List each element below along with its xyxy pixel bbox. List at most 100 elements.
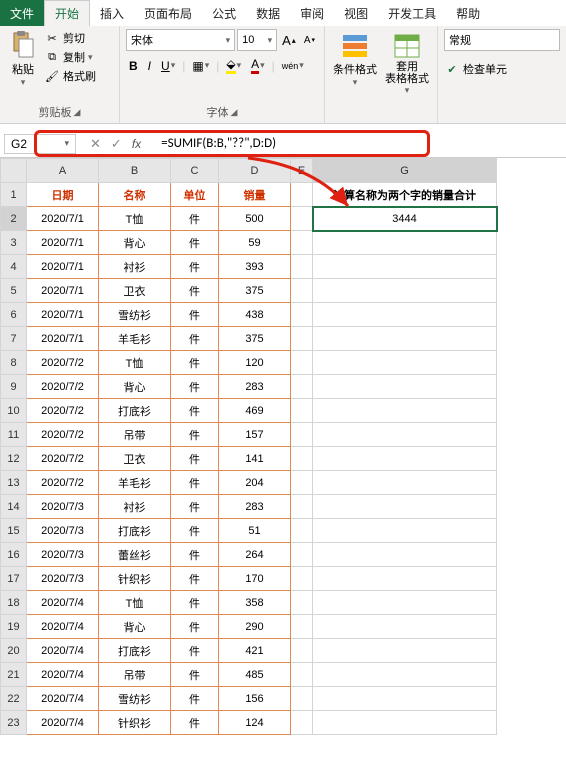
tab-home[interactable]: 开始: [44, 0, 90, 26]
cell[interactable]: 2020/7/2: [27, 471, 99, 495]
cell[interactable]: 件: [171, 303, 219, 327]
cell[interactable]: 羊毛衫: [99, 327, 171, 351]
cut-button[interactable]: ✂剪切: [44, 29, 96, 47]
font-color-button[interactable]: A▾: [248, 55, 268, 76]
cell[interactable]: 2020/7/1: [27, 231, 99, 255]
cell[interactable]: [313, 399, 497, 423]
cell[interactable]: 雪纺衫: [99, 687, 171, 711]
cell[interactable]: 358: [219, 591, 291, 615]
table-header-cell[interactable]: 日期: [27, 183, 99, 207]
cell[interactable]: 393: [219, 255, 291, 279]
tab-help[interactable]: 帮助: [446, 0, 490, 26]
cell[interactable]: [313, 495, 497, 519]
cell[interactable]: 打底衫: [99, 399, 171, 423]
cell[interactable]: 157: [219, 423, 291, 447]
cell[interactable]: 283: [219, 375, 291, 399]
cell[interactable]: [313, 519, 497, 543]
cell[interactable]: 2020/7/1: [27, 327, 99, 351]
tab-dev[interactable]: 开发工具: [378, 0, 446, 26]
cell[interactable]: [291, 447, 313, 471]
cell[interactable]: [313, 279, 497, 303]
row-header[interactable]: 2: [1, 207, 27, 231]
row-header[interactable]: 9: [1, 375, 27, 399]
select-all-corner[interactable]: [1, 159, 27, 183]
col-header-A[interactable]: A: [27, 159, 99, 183]
cell[interactable]: 蕾丝衫: [99, 543, 171, 567]
cell[interactable]: 件: [171, 495, 219, 519]
italic-button[interactable]: I: [145, 57, 154, 75]
paste-button[interactable]: 粘贴 ▾: [6, 29, 40, 90]
row-header[interactable]: 16: [1, 543, 27, 567]
table-format-button[interactable]: 套用 表格格式▾: [383, 29, 431, 98]
cell[interactable]: 283: [219, 495, 291, 519]
accept-formula-button[interactable]: ✓: [111, 136, 122, 152]
cell[interactable]: 438: [219, 303, 291, 327]
cell[interactable]: [291, 591, 313, 615]
row-header[interactable]: 18: [1, 591, 27, 615]
cell[interactable]: 背心: [99, 375, 171, 399]
row-header[interactable]: 1: [1, 183, 27, 207]
cell[interactable]: [291, 639, 313, 663]
cell[interactable]: 件: [171, 591, 219, 615]
cell[interactable]: 卫衣: [99, 447, 171, 471]
tab-view[interactable]: 视图: [334, 0, 378, 26]
cell[interactable]: 吊带: [99, 663, 171, 687]
cell[interactable]: [291, 327, 313, 351]
cell[interactable]: [313, 567, 497, 591]
tab-data[interactable]: 数据: [246, 0, 290, 26]
row-header[interactable]: 3: [1, 231, 27, 255]
check-cell-button[interactable]: ✔检查单元: [444, 55, 560, 78]
cell[interactable]: 375: [219, 279, 291, 303]
row-header[interactable]: 14: [1, 495, 27, 519]
font-name-combo[interactable]: 宋体▾: [126, 29, 235, 51]
cell[interactable]: 120: [219, 351, 291, 375]
table-header-cell[interactable]: 名称: [99, 183, 171, 207]
cell[interactable]: [291, 615, 313, 639]
cell[interactable]: [291, 543, 313, 567]
font-size-combo[interactable]: 10▾: [237, 29, 277, 51]
row-header[interactable]: 15: [1, 519, 27, 543]
cell[interactable]: 件: [171, 351, 219, 375]
copy-button[interactable]: ⧉复制▾: [44, 48, 96, 66]
cell[interactable]: 件: [171, 327, 219, 351]
cell[interactable]: 雪纺衫: [99, 303, 171, 327]
cell[interactable]: 170: [219, 567, 291, 591]
row-header[interactable]: 17: [1, 567, 27, 591]
cell[interactable]: [291, 471, 313, 495]
cell[interactable]: 2020/7/2: [27, 351, 99, 375]
cell[interactable]: [291, 423, 313, 447]
cell[interactable]: [313, 255, 497, 279]
cell[interactable]: [313, 471, 497, 495]
formula-input[interactable]: =SUMIF(B:B,"??",D:D): [155, 134, 566, 153]
cell[interactable]: 51: [219, 519, 291, 543]
cell[interactable]: [291, 375, 313, 399]
cell[interactable]: 2020/7/2: [27, 375, 99, 399]
cell[interactable]: [291, 519, 313, 543]
cell[interactable]: [313, 303, 497, 327]
cell[interactable]: 141: [219, 447, 291, 471]
cell[interactable]: 件: [171, 375, 219, 399]
cell[interactable]: [291, 567, 313, 591]
cell[interactable]: 件: [171, 615, 219, 639]
cell[interactable]: T恤: [99, 207, 171, 231]
cell[interactable]: 264: [219, 543, 291, 567]
cell[interactable]: 2020/7/4: [27, 591, 99, 615]
row-header[interactable]: 23: [1, 711, 27, 735]
row-header[interactable]: 19: [1, 615, 27, 639]
cell[interactable]: [313, 351, 497, 375]
cell[interactable]: 2020/7/3: [27, 567, 99, 591]
cell[interactable]: 2020/7/4: [27, 615, 99, 639]
cell[interactable]: 件: [171, 711, 219, 735]
cell[interactable]: 59: [219, 231, 291, 255]
tab-insert[interactable]: 插入: [90, 0, 134, 26]
cell[interactable]: 2020/7/1: [27, 279, 99, 303]
cell[interactable]: 2020/7/4: [27, 663, 99, 687]
cell[interactable]: [291, 183, 313, 207]
name-box[interactable]: G2▾: [4, 134, 76, 154]
cell[interactable]: [291, 279, 313, 303]
cell[interactable]: 290: [219, 615, 291, 639]
cell[interactable]: [291, 711, 313, 735]
cell[interactable]: 2020/7/1: [27, 303, 99, 327]
cell[interactable]: 衬衫: [99, 495, 171, 519]
cell[interactable]: 485: [219, 663, 291, 687]
